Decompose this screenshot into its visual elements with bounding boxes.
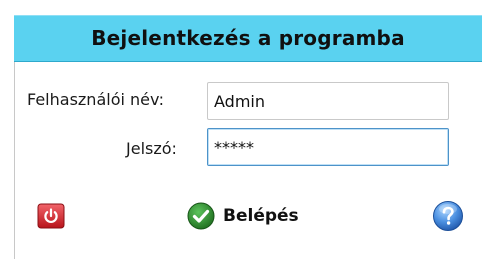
exit-button[interactable] bbox=[37, 203, 65, 229]
power-icon bbox=[37, 203, 65, 229]
help-button[interactable] bbox=[432, 200, 464, 232]
login-dialog: Bejelentkezés a programba Felhasználói n… bbox=[0, 0, 482, 259]
dialog-title: Bejelentkezés a programba bbox=[91, 26, 405, 50]
login-label: Belépés bbox=[223, 206, 299, 226]
left-divider bbox=[14, 62, 15, 259]
username-input[interactable] bbox=[207, 82, 449, 120]
password-label: Jelszó: bbox=[126, 139, 177, 158]
username-label: Felhasználói név: bbox=[27, 90, 164, 109]
login-button[interactable]: Belépés bbox=[187, 202, 299, 230]
title-bar: Bejelentkezés a programba bbox=[14, 15, 482, 62]
checkmark-icon bbox=[187, 202, 215, 230]
password-input[interactable] bbox=[207, 128, 449, 166]
question-icon bbox=[433, 201, 463, 231]
